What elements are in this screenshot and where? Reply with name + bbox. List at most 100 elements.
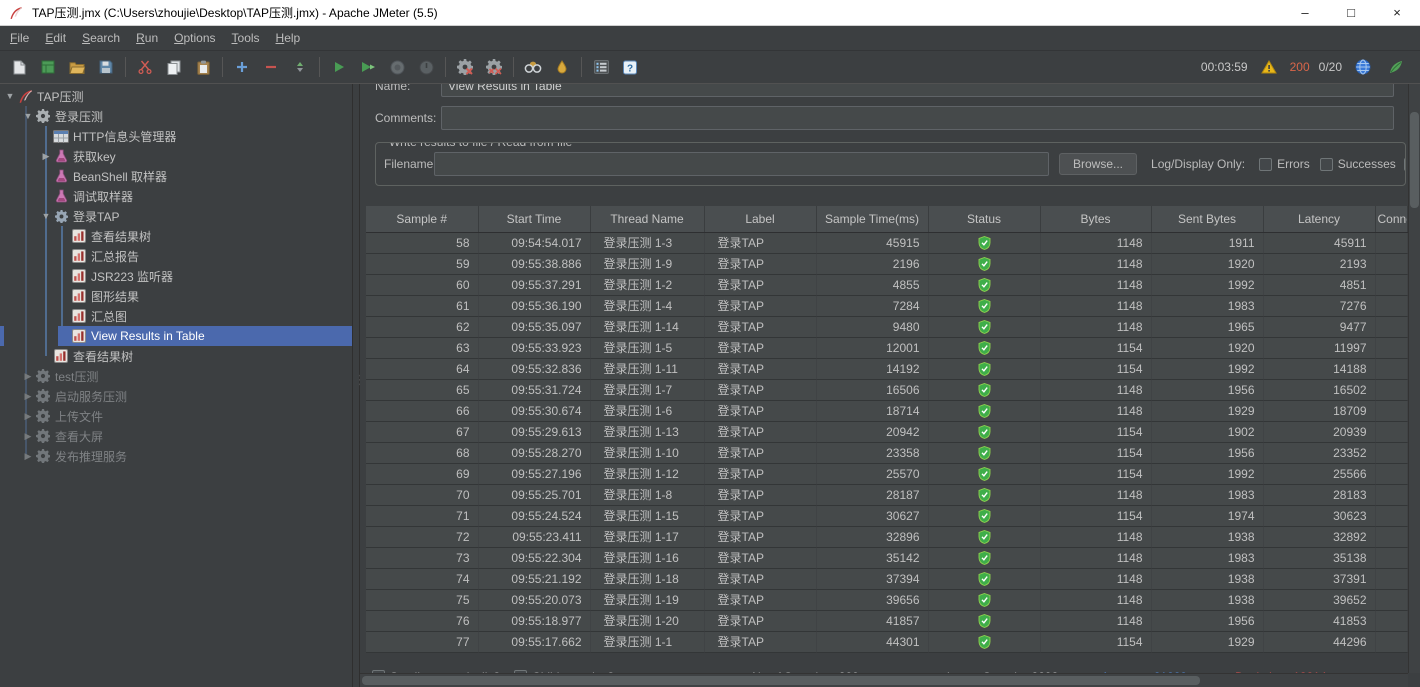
expand-icon[interactable] — [230, 55, 254, 79]
table-row[interactable]: 7309:55:22.304登录压测 1-16登录TAP351421148198… — [366, 547, 1408, 568]
menu-edit[interactable]: Edit — [37, 28, 74, 48]
tree-item-view-dashboard[interactable]: ▶查看大屏 — [0, 426, 352, 446]
errors-checkbox[interactable] — [1259, 158, 1272, 171]
table-row[interactable]: 6009:55:37.291登录压测 1-2登录TAP4855114819924… — [366, 274, 1408, 295]
browse-button[interactable]: Browse... — [1059, 153, 1137, 175]
table-row[interactable]: 7509:55:20.073登录压测 1-19登录TAP396561148193… — [366, 589, 1408, 610]
clipped-checkbox[interactable] — [1404, 158, 1405, 171]
start-no-pauses-icon[interactable] — [356, 55, 380, 79]
stop-icon[interactable] — [385, 55, 409, 79]
name-input[interactable] — [441, 84, 1394, 97]
tree-item-summary-report[interactable]: 汇总报告 — [0, 246, 352, 266]
table-row[interactable]: 7009:55:25.701登录压测 1-8登录TAP2818711481983… — [366, 484, 1408, 505]
table-row[interactable]: 6609:55:30.674登录压测 1-6登录TAP1871411481929… — [366, 400, 1408, 421]
templates-icon[interactable] — [36, 55, 60, 79]
table-row[interactable]: 6309:55:33.923登录压测 1-5登录TAP1200111541920… — [366, 337, 1408, 358]
column-header-2[interactable]: Thread Name — [590, 206, 704, 232]
column-header-0[interactable]: Sample # — [366, 206, 478, 232]
tree-item-publish-inference-service[interactable]: ▶发布推理服务 — [0, 446, 352, 466]
tree-item-view-results-tree-2[interactable]: 查看结果树 — [0, 346, 352, 366]
tree-item-aggregate-graph[interactable]: 汇总图 — [0, 306, 352, 326]
tree-item-view-results-tree-1[interactable]: 查看结果树 — [0, 226, 352, 246]
tree-expander-icon[interactable]: ▶ — [22, 451, 34, 462]
vertical-scrollbar[interactable] — [1408, 84, 1420, 673]
table-row[interactable]: 5809:54:54.017登录压测 1-3登录TAP4591511481911… — [366, 232, 1408, 253]
tree-item-thread-group-login[interactable]: ▼登录压测 — [0, 106, 352, 126]
function-helper-icon[interactable] — [589, 55, 613, 79]
vertical-scrollbar-thumb[interactable] — [1410, 112, 1419, 208]
tree-item-get-key[interactable]: ▶获取key — [0, 146, 352, 166]
table-row[interactable]: 6209:55:35.097登录压测 1-14登录TAP948011481965… — [366, 316, 1408, 337]
table-row[interactable]: 7709:55:17.662登录压测 1-1登录TAP4430111541929… — [366, 631, 1408, 652]
table-row[interactable]: 7409:55:21.192登录压测 1-18登录TAP373941148193… — [366, 568, 1408, 589]
table-row[interactable]: 6109:55:36.190登录压测 1-4登录TAP7284114819837… — [366, 295, 1408, 316]
table-row[interactable]: 6809:55:28.270登录压测 1-10登录TAP233581154195… — [366, 442, 1408, 463]
tree-item-controller-login-tap[interactable]: ▼登录TAP — [0, 206, 352, 226]
column-header-4[interactable]: Sample Time(ms) — [816, 206, 928, 232]
table-row[interactable]: 6909:55:27.196登录压测 1-12登录TAP255701154199… — [366, 463, 1408, 484]
tree-expander-icon[interactable]: ▶ — [22, 391, 34, 402]
tree-item-http-header-manager[interactable]: HTTP信息头管理器 — [0, 126, 352, 146]
close-button[interactable]: × — [1374, 0, 1420, 25]
horizontal-scrollbar[interactable] — [360, 673, 1408, 687]
cut-icon[interactable] — [133, 55, 157, 79]
table-row[interactable]: 5909:55:38.886登录压测 1-9登录TAP2196114819202… — [366, 253, 1408, 274]
tree-item-graph-results[interactable]: 图形结果 — [0, 286, 352, 306]
tree-item-view-results-in-table[interactable]: View Results in Table — [0, 326, 352, 346]
new-file-icon[interactable] — [7, 55, 31, 79]
filename-input[interactable] — [434, 152, 1049, 176]
table-row[interactable]: 7209:55:23.411登录压测 1-17登录TAP328961148193… — [366, 526, 1408, 547]
paste-icon[interactable] — [191, 55, 215, 79]
open-file-icon[interactable] — [65, 55, 89, 79]
tree-item-beanshell-sampler[interactable]: BeanShell 取样器 — [0, 166, 352, 186]
toggle-icon[interactable] — [288, 55, 312, 79]
column-header-1[interactable]: Start Time — [478, 206, 590, 232]
tree-expander-icon[interactable]: ▼ — [40, 211, 52, 221]
menu-help[interactable]: Help — [268, 28, 309, 48]
tree-item-test-stress[interactable]: ▶test压测 — [0, 366, 352, 386]
tree-expander-icon[interactable]: ▶ — [40, 151, 52, 162]
menu-search[interactable]: Search — [74, 28, 128, 48]
search-reset-icon[interactable] — [550, 55, 574, 79]
tree-expander-icon[interactable]: ▼ — [22, 111, 34, 121]
splitter[interactable]: ⋮ — [352, 84, 360, 687]
column-header-3[interactable]: Label — [704, 206, 816, 232]
column-header-7[interactable]: Sent Bytes — [1151, 206, 1263, 232]
successes-checkbox[interactable] — [1320, 158, 1333, 171]
clear-all-icon[interactable] — [482, 55, 506, 79]
tree-item-jsr223-listener[interactable]: JSR223 监听器 — [0, 266, 352, 286]
copy-icon[interactable] — [162, 55, 186, 79]
minimize-button[interactable]: – — [1282, 0, 1328, 25]
comments-input[interactable] — [441, 106, 1394, 130]
clear-icon[interactable] — [453, 55, 477, 79]
table-row[interactable]: 7609:55:18.977登录压测 1-20登录TAP418571148195… — [366, 610, 1408, 631]
tree-item-start-service-stress[interactable]: ▶启动服务压测 — [0, 386, 352, 406]
menu-file[interactable]: File — [2, 28, 37, 48]
table-row[interactable]: 6409:55:32.836登录压测 1-11登录TAP141921154199… — [366, 358, 1408, 379]
table-row[interactable]: 7109:55:24.524登录压测 1-15登录TAP306271154197… — [366, 505, 1408, 526]
save-icon[interactable] — [94, 55, 118, 79]
menu-options[interactable]: Options — [166, 28, 223, 48]
table-row[interactable]: 6509:55:31.724登录压测 1-7登录TAP1650611481956… — [366, 379, 1408, 400]
start-icon[interactable] — [327, 55, 351, 79]
column-header-5[interactable]: Status — [928, 206, 1040, 232]
maximize-button[interactable]: □ — [1328, 0, 1374, 25]
horizontal-scrollbar-thumb[interactable] — [362, 676, 1200, 685]
search-icon[interactable] — [521, 55, 545, 79]
log-warning-icon[interactable] — [1257, 55, 1281, 79]
help-icon[interactable]: ? — [618, 55, 642, 79]
menu-run[interactable]: Run — [128, 28, 166, 48]
column-header-6[interactable]: Bytes — [1040, 206, 1151, 232]
menu-tools[interactable]: Tools — [224, 28, 268, 48]
tree-item-upload-file[interactable]: ▶上传文件 — [0, 406, 352, 426]
tree-item-debug-sampler[interactable]: 调试取样器 — [0, 186, 352, 206]
tree-expander-icon[interactable]: ▶ — [22, 411, 34, 422]
shutdown-icon[interactable] — [414, 55, 438, 79]
column-header-8[interactable]: Latency — [1263, 206, 1375, 232]
table-row[interactable]: 6709:55:29.613登录压测 1-13登录TAP209421154190… — [366, 421, 1408, 442]
column-header-9[interactable]: Conne — [1375, 206, 1408, 232]
collapse-icon[interactable] — [259, 55, 283, 79]
tree-item-test-plan-root[interactable]: ▼TAP压测 — [0, 86, 352, 106]
tree-expander-icon[interactable]: ▶ — [22, 431, 34, 442]
tree-expander-icon[interactable]: ▶ — [22, 371, 34, 382]
